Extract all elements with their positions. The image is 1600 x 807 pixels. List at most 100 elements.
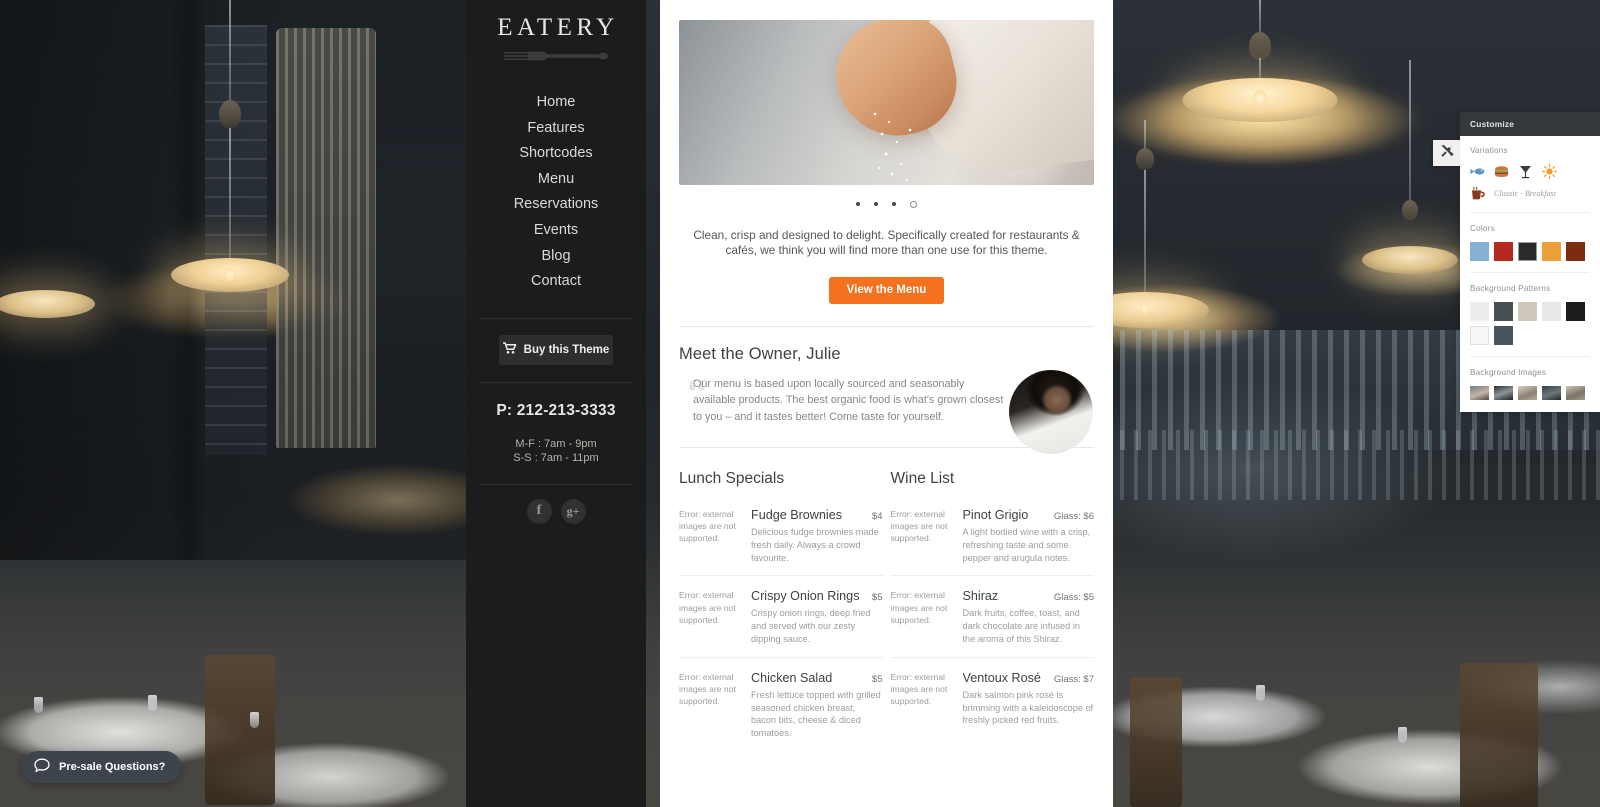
customize-section-background-patterns: Background Patterns: [1470, 272, 1590, 345]
buy-theme-button[interactable]: Buy this Theme: [499, 334, 613, 365]
pattern-swatch-5[interactable]: [1566, 302, 1585, 321]
menu-item-price: Glass: $6: [1053, 511, 1094, 522]
nav-item-reservations[interactable]: Reservations: [466, 192, 646, 218]
nav-item-home[interactable]: Home: [466, 90, 646, 116]
fork-icon: [504, 50, 608, 62]
variations-title: Variations: [1470, 146, 1508, 155]
fish-icon[interactable]: [1470, 164, 1485, 179]
menu-column-title: Wine List: [890, 470, 955, 487]
menu-column-wine-list: Wine List Error: external images are not…: [890, 470, 1095, 751]
customize-panel-header: Customize: [1460, 112, 1600, 136]
menu-item-price: Glass: $5: [1053, 592, 1094, 604]
image-error-text: Error: external images are not supported…: [679, 509, 736, 544]
background-image-2[interactable]: [1494, 386, 1513, 400]
image-error-text: Error: external images are not supported…: [679, 671, 736, 707]
pattern-swatch-1[interactable]: [1470, 302, 1489, 321]
menu-item-name: Shiraz: [962, 589, 999, 604]
menu-item-price: $5: [871, 592, 883, 604]
customize-toggle-button[interactable]: [1433, 140, 1460, 166]
carousel-dot-2[interactable]: [874, 202, 878, 206]
background-image-5[interactable]: [1566, 386, 1585, 400]
pre-sale-questions-widget[interactable]: Pre-sale Questions?: [22, 751, 182, 783]
pattern-swatch-4[interactable]: [1542, 302, 1561, 321]
nav-item-features[interactable]: Features: [466, 116, 646, 142]
facebook-icon[interactable]: f: [526, 498, 552, 524]
menu-item-header: Crispy Onion Rings $5: [751, 589, 883, 603]
hero-salt-particles: [865, 108, 923, 185]
menu-column-lunch-specials: Lunch Specials Error: external images ar…: [679, 470, 883, 751]
view-menu-button[interactable]: View the Menu: [828, 276, 945, 304]
color-swatch-blue[interactable]: [1470, 242, 1489, 261]
site-logo[interactable]: EATERY: [493, 14, 618, 42]
tools-icon: [1440, 144, 1454, 163]
color-swatch-red[interactable]: [1494, 242, 1513, 261]
background-image-3[interactable]: [1518, 386, 1537, 400]
menu-item: Error: external images are not supported…: [890, 575, 1095, 656]
main-navigation: Home Features Shortcodes Menu Reservatio…: [466, 90, 646, 295]
cocktail-glass-icon[interactable]: [1518, 164, 1533, 179]
pattern-swatch-2[interactable]: [1494, 302, 1513, 321]
image-error-text: Error: external images are not supported…: [890, 671, 948, 707]
pattern-swatch-3[interactable]: [1518, 302, 1537, 321]
menu-item: Error: external images are not supported…: [679, 508, 883, 575]
buy-theme-label: Buy this Theme: [523, 343, 610, 356]
menu-item-price: $4: [871, 511, 883, 522]
colors-title: Colors: [1470, 224, 1495, 233]
color-swatch-brown[interactable]: [1566, 242, 1585, 261]
intro-tagline: Clean, crisp and designed to delight. Sp…: [693, 227, 1080, 258]
carousel-dot-3[interactable]: [892, 202, 896, 206]
customize-panel: Customize Variations Classic - Breakfast…: [1433, 112, 1600, 412]
menu-item-header: Pinot Grigio Glass: $6: [963, 508, 1095, 522]
nav-item-menu[interactable]: Menu: [466, 167, 646, 193]
hours-weekday: M-F : 7am - 9pm: [515, 437, 597, 450]
google-plus-icon[interactable]: g+: [560, 498, 586, 524]
customize-section-colors: Colors: [1470, 212, 1590, 261]
burger-icon[interactable]: [1494, 164, 1509, 179]
background-images-title: Background Images: [1470, 368, 1547, 377]
menu-item-price: $5: [871, 673, 883, 685]
carousel-dot-4-active[interactable]: [910, 200, 917, 208]
sidebar-divider: [480, 381, 632, 383]
background-glass: [1398, 727, 1407, 743]
menu-item: Error: external images are not supported…: [679, 656, 883, 751]
nav-item-events[interactable]: Events: [466, 218, 646, 244]
background-metal-column: [276, 28, 376, 448]
background-pattern-swatches: [1470, 302, 1590, 345]
nav-item-shortcodes[interactable]: Shortcodes: [466, 141, 646, 167]
menu-item: Error: external images are not supported…: [890, 656, 1094, 738]
nav-item-blog[interactable]: Blog: [466, 244, 646, 270]
background-glass: [34, 697, 43, 713]
background-glassware-shelf: [1120, 430, 1600, 500]
variation-selected-label: Classic - Breakfast: [1494, 189, 1557, 198]
background-patterns-title: Background Patterns: [1470, 284, 1551, 293]
phone-number: P: 212-213-3333: [496, 401, 616, 419]
menu-item-price: Glass: $7: [1053, 673, 1094, 685]
color-swatch-charcoal[interactable]: [1518, 242, 1537, 261]
logo-text: EATERY: [497, 14, 619, 41]
nav-item-contact[interactable]: Contact: [466, 269, 646, 295]
carousel-dot-1[interactable]: [856, 202, 860, 206]
color-swatch-orange[interactable]: [1542, 242, 1561, 261]
menu-item-name: Pinot Grigio: [962, 508, 1029, 522]
owner-quote: Our menu is based upon locally sourced a…: [693, 377, 1004, 423]
menu-item-header: Chicken Salad $5: [751, 671, 883, 685]
menu-item-name: Ventoux Rosé: [962, 670, 1041, 685]
sidebar-divider: [480, 483, 632, 485]
pattern-swatch-6[interactable]: [1470, 326, 1489, 345]
sun-icon[interactable]: [1542, 164, 1557, 179]
background-image-1[interactable]: [1470, 386, 1489, 400]
menu-item-description: A light bodied wine with a crisp, refres…: [962, 527, 1091, 563]
cta-container: View the Menu: [679, 276, 1094, 304]
background-image-4[interactable]: [1542, 386, 1561, 400]
menu-item-header: Shiraz Glass: $5: [963, 589, 1095, 603]
chat-bubble-icon: [34, 758, 50, 776]
background-chair: [1130, 677, 1182, 807]
image-error-text: Error: external images are not supported…: [890, 590, 948, 625]
customize-section-variations: Variations Classic - Breakfast: [1470, 136, 1590, 201]
owner-photo: [1009, 369, 1093, 454]
background-chair: [205, 655, 275, 805]
hero-carousel-image[interactable]: [679, 20, 1094, 185]
menu-item-description: Delicious fudge brownies made fresh dail…: [751, 527, 879, 563]
pattern-swatch-7[interactable]: [1494, 326, 1513, 345]
coffee-cup-icon[interactable]: [1470, 186, 1485, 201]
